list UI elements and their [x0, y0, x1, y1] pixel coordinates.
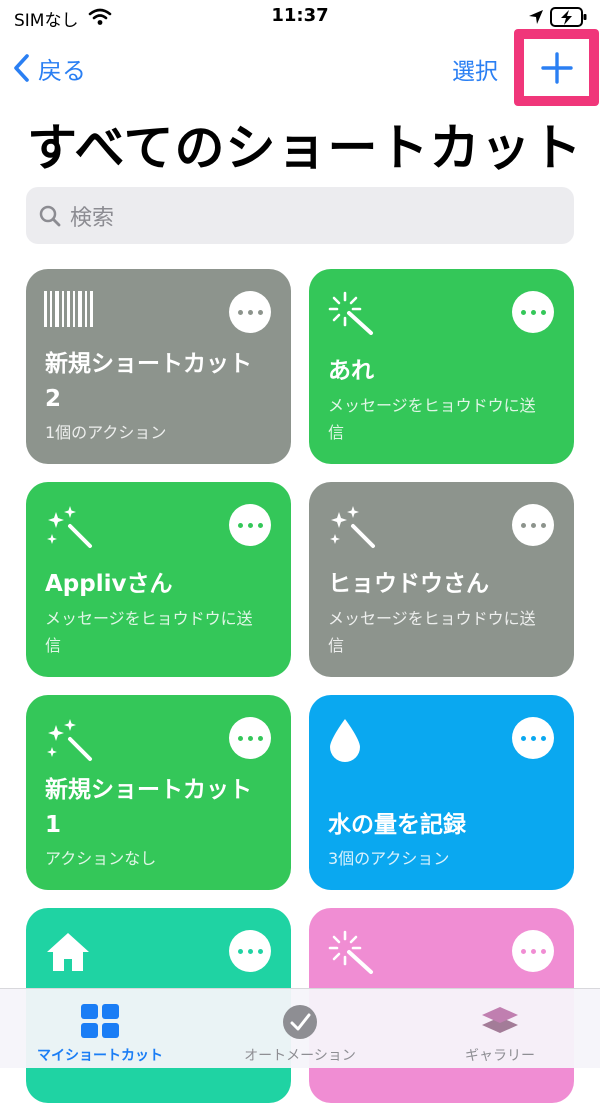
search-input[interactable]: 検索 — [26, 187, 574, 244]
sparkle-wand-icon — [44, 504, 94, 554]
more-button[interactable] — [229, 291, 271, 333]
clock: 11:37 — [271, 5, 329, 26]
shortcut-subtitle: アクションなし — [45, 849, 157, 868]
tab-bar: マイショートカット オートメーション ギャラリー — [0, 988, 600, 1068]
add-shortcut-highlight — [514, 29, 599, 106]
location-arrow-icon — [528, 9, 544, 29]
shortcut-name: 新規ショートカット 1 — [45, 777, 252, 838]
select-button[interactable]: 選択 — [452, 52, 498, 86]
layers-icon — [400, 1003, 600, 1041]
magic-wand-icon — [327, 930, 375, 978]
shortcut-subtitle: 3個のアクション — [328, 849, 450, 868]
page-title: すべてのショートカット — [27, 119, 583, 177]
add-shortcut-button[interactable] — [524, 39, 589, 96]
more-button[interactable] — [229, 504, 271, 546]
grid-icon — [0, 1003, 200, 1039]
chevron-left-icon — [14, 54, 29, 82]
checkmark-clock-icon — [200, 1003, 400, 1041]
shortcut-name: あれ — [328, 358, 374, 384]
more-button[interactable] — [512, 291, 554, 333]
more-button[interactable] — [512, 717, 554, 759]
shortcut-card[interactable]: 新規ショートカット 1 アクションなし — [26, 695, 291, 890]
more-button[interactable] — [512, 504, 554, 546]
tab-gallery[interactable]: ギャラリー — [400, 989, 600, 1068]
shortcut-card[interactable]: 水の量を記録 3個のアクション — [309, 695, 574, 890]
shortcut-subtitle: メッセージをヒョウドウに送信 — [328, 396, 536, 442]
more-button[interactable] — [512, 930, 554, 972]
shortcut-name: 水の量を記録 — [328, 812, 466, 838]
shortcut-subtitle: メッセージをヒョウドウに送信 — [328, 609, 536, 655]
tab-my-shortcuts[interactable]: マイショートカット — [0, 989, 200, 1068]
more-button[interactable] — [229, 717, 271, 759]
back-label: 戻る — [38, 56, 86, 85]
shortcut-card[interactable]: ヒョウドウさん メッセージをヒョウドウに送信 — [309, 482, 574, 677]
shortcut-card[interactable]: 新規ショートカット 2 1個のアクション — [26, 269, 291, 464]
back-button[interactable]: 戻る — [12, 48, 86, 88]
shortcut-name: Applivさん — [45, 571, 173, 597]
tab-label: ギャラリー — [465, 1048, 535, 1064]
search-icon — [38, 204, 62, 228]
more-button[interactable] — [229, 930, 271, 972]
tab-label: マイショートカット — [37, 1048, 163, 1064]
shortcut-name: 新規ショートカット 2 — [45, 351, 252, 412]
sparkle-wand-icon — [44, 717, 94, 767]
tab-automation[interactable]: オートメーション — [200, 989, 400, 1068]
shortcut-subtitle: 1個のアクション — [45, 423, 167, 442]
shortcut-name: ヒョウドウさん — [328, 571, 489, 597]
search-placeholder: 検索 — [70, 205, 115, 231]
water-drop-icon — [327, 717, 363, 767]
status-bar: SIMなし 11:37 — [0, 0, 600, 34]
tab-label: オートメーション — [244, 1048, 356, 1064]
sparkle-wand-icon — [327, 504, 377, 554]
shortcut-card[interactable]: Applivさん メッセージをヒョウドウに送信 — [26, 482, 291, 677]
plus-icon — [540, 51, 573, 84]
shortcut-card[interactable]: あれ メッセージをヒョウドウに送信 — [309, 269, 574, 464]
magic-wand-icon — [327, 291, 375, 339]
shortcut-subtitle: メッセージをヒョウドウに送信 — [45, 609, 253, 655]
barcode-icon — [44, 291, 94, 335]
home-icon — [44, 930, 92, 978]
